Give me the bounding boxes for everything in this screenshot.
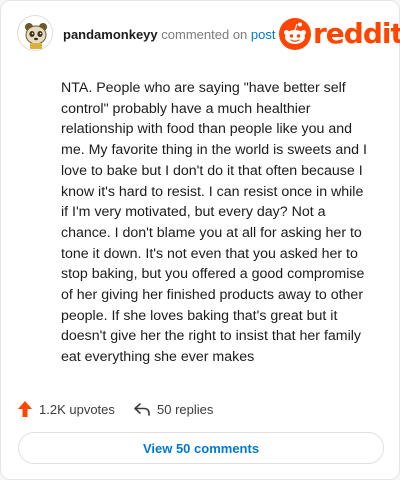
byline: pandamonkeyy commented on post [63, 27, 275, 42]
view-comments-button[interactable]: View 50 comments [18, 432, 384, 464]
comment-card: pandamonkeyy commented on post reddit NT… [0, 0, 400, 480]
post-link[interactable]: post [251, 27, 276, 42]
reply-arrow-icon [134, 403, 150, 416]
username-link[interactable]: pandamonkeyy [63, 27, 158, 42]
comment-header: pandamonkeyy commented on post reddit [17, 15, 400, 55]
comment-body: NTA. People who are saying "have better … [61, 80, 367, 366]
reply-count: 50 replies [157, 401, 214, 417]
upvote-count: 1.2K upvotes [39, 401, 115, 417]
user-avatar[interactable] [17, 15, 53, 51]
panda-avatar-icon [18, 16, 52, 50]
action-text: commented on [161, 27, 248, 42]
replies-button[interactable]: 50 replies [133, 397, 213, 421]
comment-actions: 1.2K upvotes 50 replies [17, 397, 383, 421]
upvote-button[interactable]: 1.2K upvotes [17, 397, 115, 421]
reddit-wordmark: reddit [313, 17, 400, 50]
reddit-snoo-icon [279, 18, 311, 50]
upvote-arrow-icon [18, 401, 32, 417]
reddit-logo[interactable]: reddit [279, 17, 400, 51]
